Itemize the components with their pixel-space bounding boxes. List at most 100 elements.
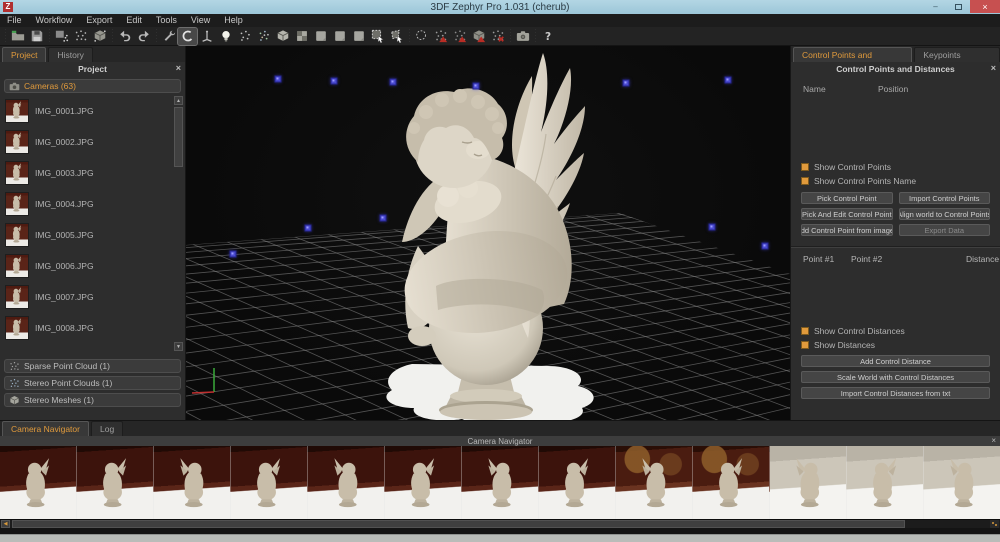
- import-control-distances-from-txt-button[interactable]: Import Control Distances from txt: [801, 387, 990, 399]
- filmstrip-photo[interactable]: [77, 446, 154, 519]
- scroll-left-icon[interactable]: ◀: [1, 520, 10, 528]
- textured-mesh-view-icon[interactable]: [292, 28, 311, 45]
- menu-tools[interactable]: Tools: [149, 14, 184, 27]
- camera-list-item[interactable]: IMG_0002.JPG: [0, 126, 185, 157]
- filmstrip-photo[interactable]: [770, 446, 847, 519]
- camera-marker[interactable]: [724, 76, 732, 84]
- camera-marker[interactable]: [379, 214, 387, 222]
- camera-marker[interactable]: [389, 78, 397, 86]
- import-control-points-button[interactable]: Import Control Points: [898, 192, 990, 204]
- filmstrip-photo[interactable]: [385, 446, 462, 519]
- save-project-icon[interactable]: [27, 28, 46, 45]
- filmstrip-photo[interactable]: [462, 446, 539, 519]
- camera-list-item[interactable]: IMG_0004.JPG: [0, 188, 185, 219]
- tab-history[interactable]: History: [48, 47, 93, 62]
- redo-icon[interactable]: [134, 28, 153, 45]
- resize-grip[interactable]: [990, 520, 999, 528]
- add-control-point-from-images-button[interactable]: Add Control Point from images: [801, 224, 893, 236]
- cameras-group-header[interactable]: Cameras (63): [4, 79, 181, 93]
- tab-project[interactable]: Project: [2, 47, 47, 62]
- scroll-up-icon[interactable]: ▲: [174, 96, 183, 105]
- world-axes-icon[interactable]: [197, 28, 216, 45]
- menu-edit[interactable]: Edit: [119, 14, 149, 27]
- pick-control-point-button[interactable]: Pick Control Point: [801, 192, 893, 204]
- align-photos-icon[interactable]: [52, 28, 71, 45]
- tab-camera-navigator[interactable]: Camera Navigator: [2, 421, 89, 436]
- camera-list-item[interactable]: IMG_0006.JPG: [0, 250, 185, 281]
- align-world-to-control-points-button[interactable]: Align world to Control Points: [898, 208, 990, 220]
- close-button[interactable]: ×: [970, 0, 1000, 13]
- menu-file[interactable]: File: [0, 14, 29, 27]
- section-stereo-meshes-1[interactable]: Stereo Meshes (1): [4, 393, 181, 407]
- checkbox-checked-icon[interactable]: [801, 327, 809, 335]
- camera-list-item[interactable]: IMG_0001.JPG: [0, 95, 185, 126]
- camera-marker[interactable]: [622, 79, 630, 87]
- delete-points-red-icon[interactable]: [431, 28, 450, 45]
- filmstrip-photo[interactable]: [693, 446, 770, 519]
- filmstrip-photo[interactable]: [231, 446, 308, 519]
- screenshot-camera-icon[interactable]: [513, 28, 532, 45]
- camera-marker[interactable]: [472, 82, 480, 90]
- close-icon[interactable]: ×: [176, 63, 181, 74]
- checkbox-checked-icon[interactable]: [801, 163, 809, 171]
- flat-square-2-icon[interactable]: [330, 28, 349, 45]
- camera-list-item[interactable]: IMG_0008.JPG: [0, 312, 185, 343]
- filmstrip-photo[interactable]: [616, 446, 693, 519]
- section-stereo-point-clouds-1[interactable]: Stereo Point Clouds (1): [4, 376, 181, 390]
- filmstrip-photo[interactable]: [924, 446, 1000, 519]
- flat-square-3-icon[interactable]: [349, 28, 368, 45]
- menu-workflow[interactable]: Workflow: [29, 14, 80, 27]
- close-icon[interactable]: ×: [991, 436, 996, 446]
- filmstrip-scrollbar[interactable]: ◀: [0, 519, 1000, 528]
- minimize-button[interactable]: –: [924, 0, 947, 13]
- lasso-dotted-icon[interactable]: [412, 28, 431, 45]
- select-rectangle-icon[interactable]: [368, 28, 387, 45]
- delete-dense-red-icon[interactable]: [450, 28, 469, 45]
- tab-log[interactable]: Log: [90, 421, 124, 436]
- distances-list[interactable]: [791, 266, 1000, 324]
- camera-list-item[interactable]: IMG_0005.JPG: [0, 219, 185, 250]
- dense-point-cloud-icon[interactable]: [71, 28, 90, 45]
- add-control-distance-button[interactable]: Add Control Distance: [801, 355, 990, 367]
- camera-marker[interactable]: [330, 77, 338, 85]
- 3d-viewport[interactable]: [186, 46, 790, 420]
- menu-help[interactable]: Help: [217, 14, 250, 27]
- cherub-model[interactable]: [186, 46, 790, 420]
- filmstrip-photo[interactable]: [847, 446, 924, 519]
- camera-marker[interactable]: [229, 250, 237, 258]
- camera-list-scrollbar[interactable]: ▲ ▼: [174, 95, 183, 352]
- help-icon[interactable]: ?: [538, 28, 557, 45]
- checkbox-checked-icon[interactable]: [801, 177, 809, 185]
- sparse-cloud-view-icon[interactable]: [235, 28, 254, 45]
- flat-square-1-icon[interactable]: [311, 28, 330, 45]
- filmstrip-photo[interactable]: [0, 446, 77, 519]
- maximize-button[interactable]: [947, 0, 970, 13]
- camera-list-item[interactable]: IMG_0003.JPG: [0, 157, 185, 188]
- delete-arrows-red-icon[interactable]: [488, 28, 507, 45]
- camera-marker[interactable]: [304, 224, 312, 232]
- filmstrip-photo[interactable]: [539, 446, 616, 519]
- mesh-view-icon[interactable]: [273, 28, 292, 45]
- scroll-down-icon[interactable]: ▼: [174, 342, 183, 351]
- menu-view[interactable]: View: [184, 14, 217, 27]
- filmstrip-photo[interactable]: [154, 446, 231, 519]
- export-data-button[interactable]: Export Data: [898, 224, 990, 236]
- scrollbar-thumb[interactable]: [174, 107, 183, 167]
- title-bar[interactable]: Z 3DF Zephyr Pro 1.031 (cherub) – ×: [0, 0, 1000, 14]
- camera-marker[interactable]: [761, 242, 769, 250]
- delete-mesh-red-icon[interactable]: [469, 28, 488, 45]
- camera-marker[interactable]: [274, 75, 282, 83]
- checkbox-checked-icon[interactable]: [801, 341, 809, 349]
- mesh-extraction-icon[interactable]: [90, 28, 109, 45]
- tab-keypoints-animator[interactable]: Keypoints Animator: [914, 47, 1000, 75]
- section-sparse-point-cloud-1[interactable]: Sparse Point Cloud (1): [4, 359, 181, 373]
- dense-cloud-view-icon[interactable]: [254, 28, 273, 45]
- control-points-list[interactable]: [791, 98, 1000, 160]
- tab-control-points-and-distances[interactable]: Control Points and Distances: [793, 47, 913, 75]
- lighting-bulb-icon[interactable]: [216, 28, 235, 45]
- scale-world-with-control-distances-button[interactable]: Scale World with Control Distances: [801, 371, 990, 383]
- menu-export[interactable]: Export: [79, 14, 119, 27]
- camera-marker[interactable]: [708, 223, 716, 231]
- select-polygon-icon[interactable]: [387, 28, 406, 45]
- close-icon[interactable]: ×: [991, 63, 996, 74]
